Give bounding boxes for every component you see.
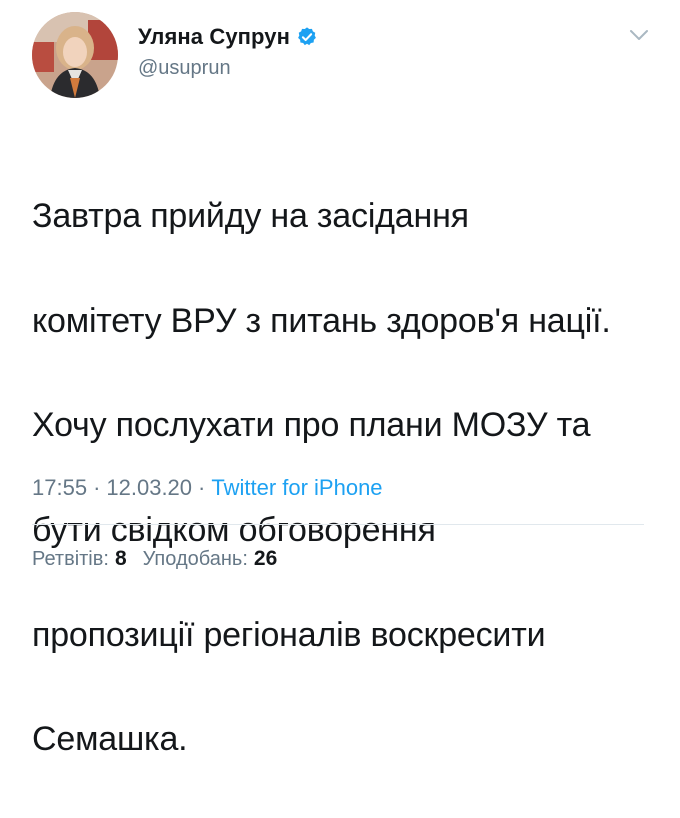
author-display-name[interactable]: Уляна Супрун [138,24,290,50]
retweets-stat[interactable]: Ретвітів: 8 [32,547,127,571]
avatar[interactable] [32,12,118,98]
tweet-source-link[interactable]: Twitter for iPhone [211,475,382,501]
tweet-text-line: Хочу послухати про плани МОЗУ та [32,406,591,445]
likes-count: 26 [253,547,278,570]
author-handle[interactable]: @usuprun [138,57,231,80]
divider [32,524,644,525]
tweet-meta: 17:55 · 12.03.20 · Twitter for iPhone [32,475,383,501]
tweet-time[interactable]: 17:55 [32,475,87,501]
tweet-text-line: комітету ВРУ з питань здоров'я нації. [32,301,611,340]
verified-badge-icon [296,26,318,48]
meta-separator: · [198,475,206,500]
likes-stat[interactable]: Уподобань: 26 [143,547,278,571]
tweet-text-line: Семашка. [32,720,188,759]
tweet-text-line: пропозиції регіоналів воскресити [32,615,546,654]
tweet-date[interactable]: 12.03.20 [106,475,192,501]
retweets-count: 8 [114,547,127,570]
meta-separator: · [93,475,101,500]
tweet-text-line: Завтра прийду на засідання [32,197,469,236]
chevron-down-icon[interactable] [628,28,650,42]
author-name-row[interactable]: Уляна Супрун [138,24,318,50]
avatar-image [32,12,118,98]
likes-label: Уподобань: [142,548,248,570]
retweets-label: Ретвітів: [32,548,109,570]
tweet-stats: Ретвітів: 8 Уподобань: 26 [32,547,277,571]
